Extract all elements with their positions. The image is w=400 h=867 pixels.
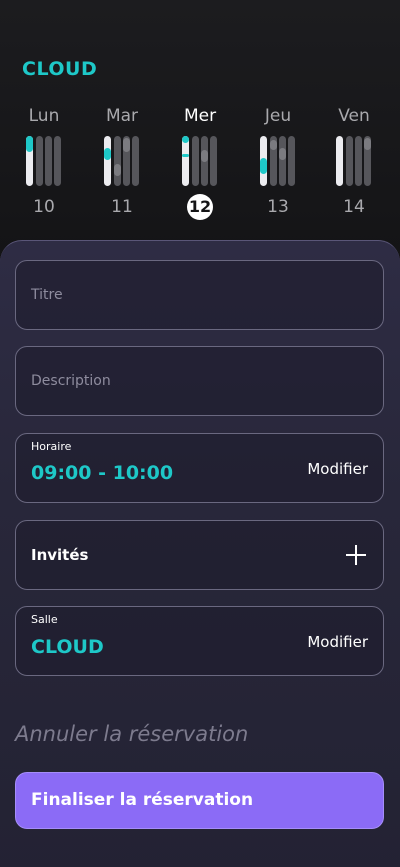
availability-bar	[54, 136, 61, 186]
schedule-field[interactable]: Horaire 09:00 - 10:00 Modifier	[15, 433, 384, 503]
availability-bar	[364, 136, 371, 186]
day-name: Jeu	[264, 106, 292, 126]
day-name: Lun	[28, 106, 60, 126]
availability-bar	[346, 136, 353, 186]
title-field[interactable]: Titre	[15, 260, 384, 330]
availability-bar	[336, 136, 343, 186]
availability-bar	[355, 136, 362, 186]
plus-icon[interactable]	[346, 545, 366, 565]
day-wednesday[interactable]: Mer 12	[170, 104, 230, 220]
day-availability	[104, 136, 140, 186]
availability-bar	[192, 136, 199, 186]
availability-bar	[104, 136, 111, 186]
room-label: Salle	[31, 613, 58, 626]
availability-bar	[182, 136, 189, 186]
availability-bar	[123, 136, 130, 186]
availability-bar	[288, 136, 295, 186]
availability-bar	[45, 136, 52, 186]
availability-bar	[260, 136, 267, 186]
availability-bar	[36, 136, 43, 186]
schedule-value: 09:00 - 10:00	[31, 462, 174, 484]
day-availability	[26, 136, 62, 186]
day-name: Ven	[338, 106, 370, 126]
guests-label: Invités	[31, 546, 89, 564]
day-number: 13	[267, 197, 289, 217]
day-thursday[interactable]: Jeu 13	[248, 104, 308, 220]
availability-bar	[132, 136, 139, 186]
room-value: CLOUD	[31, 636, 104, 658]
week-calendar: Lun 10 Mar 11 Mer 12 Jeu 13 Ven 14	[0, 104, 400, 224]
description-placeholder: Description	[31, 373, 111, 389]
day-availability	[182, 136, 218, 186]
room-title: CLOUD	[22, 58, 98, 80]
cancel-reservation-link[interactable]: Annuler la réservation	[15, 722, 248, 746]
availability-bar	[279, 136, 286, 186]
room-modify-button[interactable]: Modifier	[307, 633, 368, 651]
availability-bar	[210, 136, 217, 186]
day-name: Mar	[105, 106, 139, 126]
availability-bar	[270, 136, 277, 186]
day-tuesday[interactable]: Mar 11	[92, 104, 152, 220]
day-number-selected: 12	[170, 194, 230, 220]
day-number: 14	[343, 197, 365, 217]
day-monday[interactable]: Lun 10	[14, 104, 74, 220]
room-field[interactable]: Salle CLOUD Modifier	[15, 606, 384, 676]
guests-field[interactable]: Invités	[15, 520, 384, 590]
availability-bar	[114, 136, 121, 186]
schedule-label: Horaire	[31, 440, 72, 453]
description-field[interactable]: Description	[15, 346, 384, 416]
day-friday[interactable]: Ven 14	[324, 104, 384, 220]
finalize-reservation-button[interactable]: Finaliser la réservation	[15, 772, 384, 829]
day-availability	[336, 136, 372, 186]
day-number: 10	[33, 197, 55, 217]
title-placeholder: Titre	[31, 287, 63, 303]
day-name: Mer	[183, 106, 217, 126]
day-number: 11	[111, 197, 133, 217]
availability-bar	[26, 136, 33, 186]
schedule-modify-button[interactable]: Modifier	[307, 460, 368, 478]
day-availability	[260, 136, 296, 186]
availability-bar	[201, 136, 208, 186]
